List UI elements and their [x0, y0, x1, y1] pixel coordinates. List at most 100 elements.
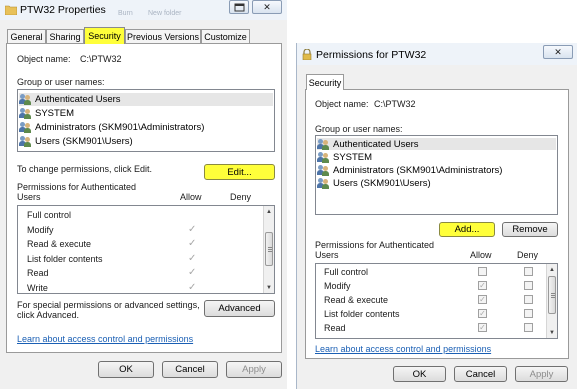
deny-checkbox-read-execute[interactable]: [524, 295, 533, 304]
properties-dialog: PTW32 Properties Burn New folder ✕ Gener…: [0, 0, 287, 389]
edit-button[interactable]: Edit...: [204, 164, 275, 180]
close-icon[interactable]: ✕: [543, 45, 573, 59]
scroll-up-icon[interactable]: ▲: [547, 265, 557, 274]
users-icon: [19, 94, 32, 105]
permissions-list: Full control Modify ✓ Read & execute ✓ L…: [17, 205, 275, 294]
learn-about-link[interactable]: Learn about access control and permissio…: [17, 334, 193, 344]
permissions-list: Full control Modify ✓ Read & execute ✓ L…: [315, 263, 558, 339]
tab-sharing[interactable]: Sharing: [46, 29, 84, 44]
permissions-scrollbar[interactable]: ▲ ▼: [263, 206, 274, 293]
perm-read-execute: Read & execute: [324, 295, 389, 305]
object-name-label: Object name:: [17, 54, 71, 64]
tab-previous-versions[interactable]: Previous Versions: [125, 29, 201, 44]
list-item-administrators[interactable]: Administrators (SKM901\Administrators): [317, 164, 556, 176]
permissions-dialog: Permissions for PTW32 ✕ Security Object …: [296, 43, 577, 389]
users-icon: [317, 138, 330, 150]
check-icon: ✓: [188, 224, 197, 235]
user-label: Administrators (SKM901\Administrators): [333, 164, 503, 176]
perm-full-control: Full control: [324, 267, 369, 277]
deny-checkbox-full-control[interactable]: [524, 267, 533, 276]
permissions-for-label-line2: Users: [17, 192, 41, 202]
object-name-value: C:\PTW32: [80, 54, 122, 64]
deny-header: Deny: [230, 192, 252, 202]
user-label: SYSTEM: [333, 151, 373, 163]
deny-header: Deny: [517, 250, 539, 260]
advanced-button[interactable]: Advanced: [204, 300, 275, 317]
permissions-scrollbar[interactable]: ▲ ▼: [546, 264, 557, 338]
check-icon: ✓: [188, 253, 197, 264]
group-user-list[interactable]: Authenticated Users SYSTEM Administrator…: [17, 89, 275, 152]
user-label: SYSTEM: [35, 108, 75, 119]
list-item-system[interactable]: SYSTEM: [317, 151, 556, 163]
ok-button[interactable]: OK: [393, 366, 446, 382]
perm-read: Read: [27, 268, 49, 278]
object-name-label: Object name:: [315, 99, 369, 109]
ok-button[interactable]: OK: [98, 361, 154, 378]
list-item-system[interactable]: SYSTEM: [19, 107, 273, 120]
scroll-thumb[interactable]: [548, 276, 556, 314]
lock-icon: [302, 48, 312, 62]
help-icon[interactable]: [229, 0, 249, 14]
allow-checkbox-modify[interactable]: ✓: [478, 281, 487, 290]
cancel-button[interactable]: Cancel: [454, 366, 507, 382]
check-icon: ✓: [188, 267, 197, 278]
user-label: Administrators (SKM901\Administrators): [35, 122, 205, 133]
allow-checkbox-list-folder-contents[interactable]: ✓: [478, 309, 487, 318]
tab-general[interactable]: General: [7, 29, 46, 44]
user-label: Authenticated Users: [35, 94, 121, 105]
object-name-value: C:\PTW32: [374, 99, 416, 109]
window-title: PTW32 Properties: [20, 4, 106, 16]
permissions-for-label: Permissions for Authenticated: [315, 240, 435, 250]
perm-read-execute: Read & execute: [27, 239, 92, 249]
ghost-new-folder: New folder: [148, 10, 182, 17]
tab-security[interactable]: Security: [84, 27, 125, 44]
perm-list-folder-contents: List folder contents: [324, 309, 400, 319]
permissions-for-label: Permissions for Authenticated: [17, 182, 137, 192]
perm-modify: Modify: [27, 225, 54, 235]
users-icon: [19, 136, 32, 147]
allow-header: Allow: [470, 250, 492, 260]
close-icon[interactable]: ✕: [252, 0, 282, 14]
users-icon: [317, 164, 330, 176]
special-permissions-text-line2: click Advanced.: [17, 310, 80, 320]
allow-checkbox-read[interactable]: ✓: [478, 323, 487, 332]
check-icon: ✓: [188, 238, 197, 249]
users-icon: [317, 177, 330, 189]
permissions-for-label-line2: Users: [315, 250, 339, 260]
deny-checkbox-read[interactable]: [524, 323, 533, 332]
add-button[interactable]: Add...: [439, 222, 495, 237]
scroll-thumb[interactable]: [265, 232, 273, 266]
special-permissions-text: For special permissions or advanced sett…: [17, 300, 200, 310]
scroll-up-icon[interactable]: ▲: [264, 207, 274, 216]
window-title: Permissions for PTW32: [316, 49, 427, 61]
tab-customize[interactable]: Customize: [201, 29, 250, 44]
deny-checkbox-list-folder-contents[interactable]: [524, 309, 533, 318]
scroll-down-icon[interactable]: ▼: [547, 328, 557, 337]
list-item-users[interactable]: Users (SKM901\Users): [19, 135, 273, 148]
tab-security[interactable]: Security: [306, 74, 344, 90]
folder-icon: [4, 4, 18, 17]
list-item-authenticated-users[interactable]: Authenticated Users: [317, 138, 556, 150]
allow-header: Allow: [180, 192, 202, 202]
learn-about-link[interactable]: Learn about access control and permissio…: [315, 344, 491, 354]
cancel-button[interactable]: Cancel: [162, 361, 218, 378]
scroll-down-icon[interactable]: ▼: [264, 283, 274, 292]
list-item-authenticated-users[interactable]: Authenticated Users: [19, 93, 273, 106]
apply-button[interactable]: Apply: [515, 366, 568, 382]
deny-checkbox-modify[interactable]: [524, 281, 533, 290]
perm-full-control: Full control: [27, 210, 72, 220]
group-names-label: Group or user names:: [315, 124, 403, 134]
list-item-administrators[interactable]: Administrators (SKM901\Administrators): [19, 121, 273, 134]
group-user-list[interactable]: Authenticated Users SYSTEM Administrator…: [315, 135, 558, 215]
perm-write: Write: [27, 283, 48, 293]
change-permissions-text: To change permissions, click Edit.: [17, 164, 153, 174]
allow-checkbox-full-control[interactable]: [478, 267, 487, 276]
user-label: Users (SKM901\Users): [333, 177, 431, 189]
ghost-burn: Burn: [118, 10, 133, 17]
list-item-users[interactable]: Users (SKM901\Users): [317, 177, 556, 189]
users-icon: [19, 108, 32, 119]
user-label: Authenticated Users: [333, 138, 419, 150]
remove-button[interactable]: Remove: [502, 222, 558, 237]
allow-checkbox-read-execute[interactable]: ✓: [478, 295, 487, 304]
apply-button[interactable]: Apply: [226, 361, 282, 378]
